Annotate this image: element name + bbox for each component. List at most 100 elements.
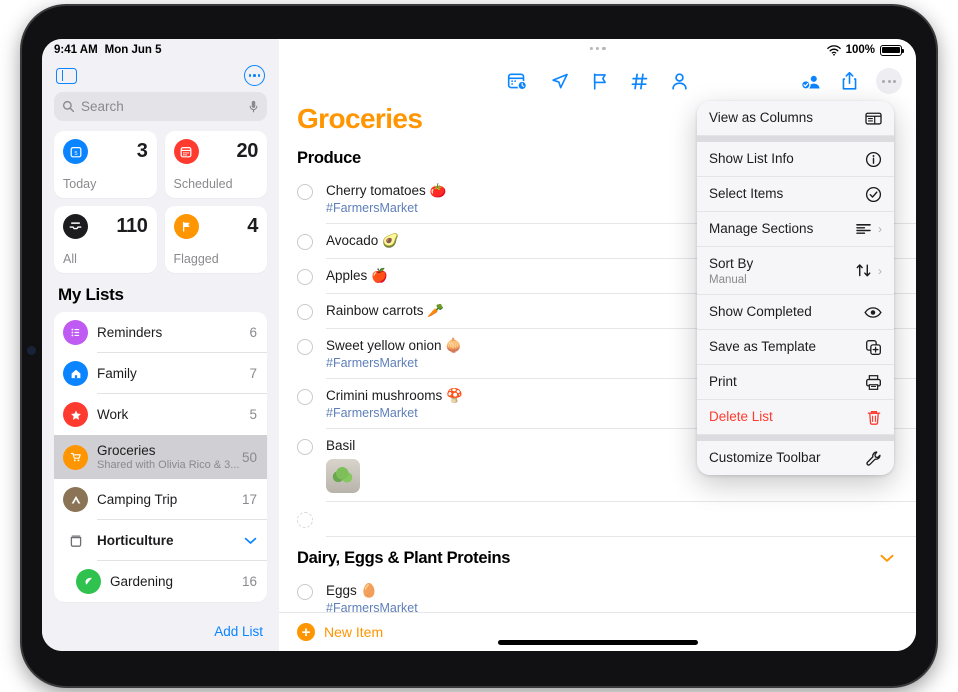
share-icon[interactable] bbox=[841, 71, 858, 91]
menu-item-select-items[interactable]: Select Items bbox=[697, 177, 894, 212]
sidebar: 9:41 AM Mon Jun 5 Search 5 3 Today 20 Sc… bbox=[42, 39, 279, 651]
calendar-clock-icon[interactable] bbox=[507, 72, 528, 91]
reminder-title: Eggs 🥚 bbox=[326, 583, 378, 598]
new-item-button[interactable]: + New Item bbox=[279, 612, 916, 651]
smart-list-count: 4 bbox=[247, 215, 258, 237]
new-reminder-row[interactable] bbox=[279, 502, 916, 537]
person-icon[interactable] bbox=[670, 72, 688, 91]
menu-item-manage-sections[interactable]: Manage Sections › bbox=[697, 212, 894, 247]
menu-item-show-completed[interactable]: Show Completed bbox=[697, 295, 894, 330]
sidebar-item-gardening[interactable]: Gardening 16 bbox=[54, 561, 267, 602]
complete-circle-icon[interactable] bbox=[297, 512, 313, 528]
sidebar-item-count: 5 bbox=[249, 407, 257, 422]
sidebar-item-label: Reminders bbox=[97, 325, 163, 340]
menu-item-delete-list[interactable]: Delete List bbox=[697, 400, 894, 435]
sidebar-item-count: 50 bbox=[241, 449, 257, 465]
search-icon bbox=[62, 100, 75, 113]
battery-full-icon bbox=[880, 44, 905, 56]
section-title: Produce bbox=[297, 149, 361, 167]
folder-icon bbox=[63, 528, 88, 553]
chevron-down-icon[interactable] bbox=[244, 537, 257, 545]
complete-circle-icon[interactable] bbox=[297, 304, 313, 320]
smart-list-label: Flagged bbox=[173, 252, 219, 266]
leaf-icon bbox=[76, 569, 101, 594]
eye-icon bbox=[864, 306, 882, 319]
sidebar-item-work[interactable]: Work 5 bbox=[54, 394, 267, 435]
section-header-dairy: Dairy, Eggs & Plant Proteins bbox=[279, 537, 916, 574]
smart-list-count: 20 bbox=[236, 140, 259, 162]
sidebar-item-label: Gardening bbox=[110, 574, 174, 589]
sidebar-folder-horticulture[interactable]: Horticulture bbox=[54, 520, 267, 561]
sidebar-folder-label: Horticulture bbox=[97, 533, 174, 548]
sidebar-item-count: 16 bbox=[241, 574, 257, 589]
smart-list-count: 3 bbox=[136, 140, 148, 162]
smart-list-label: Scheduled bbox=[173, 177, 233, 191]
smart-list-scheduled[interactable]: 20 Scheduled bbox=[164, 131, 267, 198]
menu-item-view-as-columns[interactable]: View as Columns bbox=[697, 101, 894, 136]
complete-circle-icon[interactable] bbox=[297, 584, 313, 600]
smart-list-all[interactable]: 110 All bbox=[54, 206, 157, 273]
menu-item-customize-toolbar[interactable]: Customize Toolbar bbox=[697, 441, 894, 475]
multitasking-handle[interactable] bbox=[589, 47, 606, 51]
complete-circle-icon[interactable] bbox=[297, 269, 313, 285]
smart-list-flagged[interactable]: 4 Flagged bbox=[164, 206, 267, 273]
section-title: Dairy, Eggs & Plant Proteins bbox=[297, 549, 511, 567]
reminder-tag[interactable]: #FarmersMarket bbox=[326, 601, 898, 612]
microphone-icon[interactable] bbox=[248, 100, 259, 114]
complete-circle-icon[interactable] bbox=[297, 184, 313, 200]
info-circle-icon bbox=[865, 151, 882, 168]
menu-item-label: Print bbox=[709, 374, 737, 389]
plus-circle-icon: + bbox=[297, 623, 315, 641]
calendar-today-icon: 5 bbox=[63, 139, 88, 164]
svg-text:5: 5 bbox=[74, 150, 77, 156]
search-input[interactable]: Search bbox=[54, 92, 267, 121]
duplicate-plus-icon bbox=[865, 339, 882, 356]
menu-item-label: Select Items bbox=[709, 186, 784, 201]
search-placeholder: Search bbox=[81, 99, 124, 114]
sidebar-item-family[interactable]: Family 7 bbox=[54, 353, 267, 394]
complete-circle-icon[interactable] bbox=[297, 439, 313, 455]
star-icon bbox=[63, 402, 88, 427]
sidebar-item-reminders[interactable]: Reminders 6 bbox=[54, 312, 267, 353]
reminder-item[interactable]: Eggs 🥚 #FarmersMarket bbox=[279, 574, 916, 612]
menu-item-sort-by[interactable]: Sort By Manual › bbox=[697, 247, 894, 295]
smart-list-label: All bbox=[63, 252, 77, 266]
sidebar-item-count: 17 bbox=[241, 492, 257, 507]
main-panel: 100% Groceries Produce Cherry tomatoes 🍅… bbox=[279, 39, 916, 651]
my-lists-heading: My Lists bbox=[58, 285, 124, 304]
sidebar-item-camping-trip[interactable]: Camping Trip 17 bbox=[54, 479, 267, 520]
menu-item-save-as-template[interactable]: Save as Template bbox=[697, 330, 894, 365]
sidebar-item-groceries[interactable]: Groceries Shared with Olivia Rico & 3...… bbox=[54, 435, 267, 479]
share-person-icon[interactable] bbox=[800, 72, 823, 91]
more-ellipsis-icon[interactable] bbox=[876, 68, 902, 94]
basil-photo-thumbnail[interactable] bbox=[326, 459, 360, 493]
home-indicator bbox=[497, 640, 698, 645]
sidebar-item-label: Groceries bbox=[97, 443, 156, 458]
wrench-icon bbox=[865, 450, 882, 467]
add-list-button[interactable]: Add List bbox=[214, 624, 263, 639]
complete-circle-icon[interactable] bbox=[297, 339, 313, 355]
smart-list-today[interactable]: 5 3 Today bbox=[54, 131, 157, 198]
menu-item-print[interactable]: Print bbox=[697, 365, 894, 400]
printer-icon bbox=[865, 374, 882, 391]
complete-circle-icon[interactable] bbox=[297, 389, 313, 405]
location-arrow-icon[interactable] bbox=[550, 72, 569, 91]
status-time: 9:41 AM bbox=[54, 44, 98, 56]
hashtag-icon[interactable] bbox=[630, 72, 648, 91]
smart-lists-grid: 5 3 Today 20 Scheduled 110 All 4 Flagged bbox=[42, 131, 279, 285]
sidebar-toggle-icon[interactable] bbox=[56, 67, 77, 84]
sidebar-item-subtitle: Shared with Olivia Rico & 3... bbox=[97, 459, 240, 471]
sidebar-more-icon[interactable] bbox=[244, 65, 265, 86]
flag-icon[interactable] bbox=[591, 72, 608, 91]
sections-list-icon bbox=[855, 222, 872, 236]
toolbar-center-group bbox=[507, 72, 688, 91]
chevron-down-icon[interactable] bbox=[880, 554, 894, 563]
trash-icon bbox=[866, 409, 882, 426]
list-options-context-menu: View as Columns Show List Info Select It… bbox=[697, 101, 894, 475]
menu-item-show-list-info[interactable]: Show List Info bbox=[697, 142, 894, 177]
toolbar-right-group bbox=[800, 68, 902, 94]
bezel-camera bbox=[27, 346, 36, 355]
sidebar-header bbox=[42, 61, 279, 92]
complete-circle-icon[interactable] bbox=[297, 234, 313, 250]
checkmark-circle-icon bbox=[865, 186, 882, 203]
